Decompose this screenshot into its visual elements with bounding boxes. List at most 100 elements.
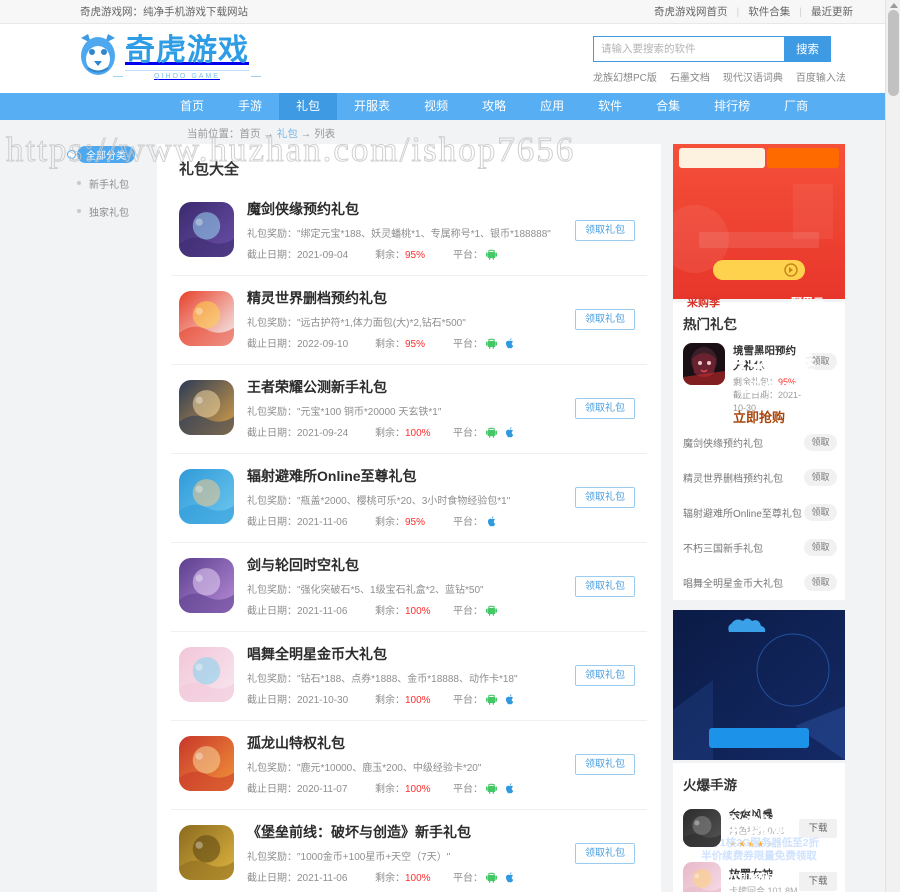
gift-deadline-label: 截止日期： [247,517,297,528]
category-item-newbie[interactable]: 新手礼包 [77,176,159,191]
android-icon [486,871,497,883]
gift-name[interactable]: 王者荣耀公测新手礼包 [247,378,575,396]
hot-gift-receive-button[interactable]: 领取 [804,469,837,486]
nav-item-5[interactable]: 攻略 [465,93,523,120]
gift-icon [179,825,234,880]
hot-gift-item-name[interactable]: 魔剑侠缘预约礼包 [683,435,804,450]
gift-row[interactable]: 辐射避难所Online至尊礼包 礼包奖励："瓶盖*2000、樱桃可乐*20、3小时… [171,454,647,543]
top-link-home[interactable]: 奇虎游戏网首页 [645,4,737,19]
hot-keyword-1[interactable]: 石墨文档 [670,69,710,84]
category-all[interactable]: 全部分类 [67,146,135,163]
gift-remaining-label: 剩余： [375,606,405,617]
hot-gift-item[interactable]: 辐射避难所Online至尊礼包 领取 [673,495,845,530]
gift-deadline-label: 截止日期： [247,784,297,795]
hot-gift-receive-button[interactable]: 领取 [804,539,837,556]
claim-gift-button[interactable]: 领取礼包 [575,486,635,508]
gift-name[interactable]: 魔剑侠缘预约礼包 [247,200,575,218]
gift-name[interactable]: 《堡垒前线：破坏与创造》新手礼包 [247,823,575,841]
scrollbar-thumb[interactable] [888,10,899,96]
scroll-up-arrow-icon[interactable] [890,3,898,8]
claim-gift-button[interactable]: 领取礼包 [575,753,635,775]
search-button[interactable]: 搜索 [784,36,831,62]
gift-icon [179,380,234,435]
gift-row[interactable]: 唱舞全明星金币大礼包 礼包奖励："钻石*188、点券*1888、金币*18888、… [171,632,647,721]
claim-gift-button[interactable]: 领取礼包 [575,219,635,241]
hot-gift-item[interactable]: 唱舞全明星金币大礼包 领取 [673,565,845,600]
hot-gift-item-name[interactable]: 不朽三国新手礼包 [683,540,804,555]
gift-remaining-label: 剩余： [375,517,405,528]
nav-item-0[interactable]: 首页 [163,93,221,120]
breadcrumb-home[interactable]: 首页 [240,128,261,140]
claim-gift-button[interactable]: 领取礼包 [575,308,635,330]
gift-row[interactable]: 魔剑侠缘预约礼包 礼包奖励："绑定元宝*188、妖灵蟠桃*1、专属称号*1、银币*… [171,187,647,276]
claim-gift-button[interactable]: 领取礼包 [575,397,635,419]
gift-remaining-value: 100% [405,428,431,439]
top-bar-links: 奇虎游戏网首页 | 软件合集 | 最近更新 [645,4,862,19]
hot-gift-receive-button[interactable]: 领取 [804,574,837,591]
gift-remaining-label: 剩余： [375,339,405,350]
hot-gift-item[interactable]: 不朽三国新手礼包 领取 [673,530,845,565]
gift-remaining-value: 100% [405,695,431,706]
nav-item-10[interactable]: 厂商 [767,93,825,120]
gift-deadline-label: 截止日期： [247,339,297,350]
gift-name[interactable]: 孤龙山特权礼包 [247,734,575,752]
hot-gift-item[interactable]: 魔剑侠缘预约礼包 领取 [673,425,845,460]
gift-platform-icons [486,693,515,705]
hot-keyword-3[interactable]: 百度输入法 [796,69,846,84]
gift-platform-icons [486,337,515,349]
hot-game-icon [683,862,721,892]
category-item-exclusive[interactable]: 独家礼包 [77,204,159,219]
ad-banner-tencent-cloud[interactable]: 腾讯云 云服务器 全球购 海外1核2G服务器低至2折 半价续费券限量免费领取 立… [673,610,845,885]
android-icon [486,426,497,438]
gift-platform-label: 平台： [453,517,483,528]
ad-banner-aliyun[interactable]: 采购季 阿里云 2020 上云采购季 1亿补贴 上云仅¥223/3年 立即抢购 [661,144,845,425]
nav-item-2[interactable]: 礼包 [279,93,338,120]
breadcrumb-section[interactable]: 礼包 [277,128,298,140]
nav-item-7[interactable]: 软件 [581,93,639,120]
hot-gift-item[interactable]: 精灵世界删档预约礼包 领取 [673,460,845,495]
hot-gift-item-name[interactable]: 辐射避难所Online至尊礼包 [683,505,804,520]
gift-row[interactable]: 精灵世界删档预约礼包 礼包奖励："远古护符*1,体力面包(大)*2,钻石*500"… [171,276,647,365]
gift-remaining-value: 100% [405,784,431,795]
gift-remaining-label: 剩余： [375,873,405,884]
hot-gift-item-name[interactable]: 精灵世界删档预约礼包 [683,470,804,485]
top-link-software-collection[interactable]: 软件合集 [739,4,799,19]
claim-gift-button[interactable]: 领取礼包 [575,664,635,686]
nav-item-8[interactable]: 合集 [639,93,697,120]
gift-name[interactable]: 精灵世界删档预约礼包 [247,289,575,307]
main-content: 礼包大全 魔剑侠缘预约礼包 礼包奖励："绑定元宝*188、妖灵蟠桃*1、专属称号*… [157,144,661,892]
gift-platform-icons [486,782,515,794]
gift-name[interactable]: 辐射避难所Online至尊礼包 [247,467,575,485]
search-input[interactable] [593,36,784,62]
gift-row[interactable]: 《堡垒前线：破坏与创造》新手礼包 礼包奖励："1000金币+100星币+天空（7天… [171,810,647,892]
claim-gift-button[interactable]: 领取礼包 [575,842,635,864]
hot-gift-receive-button[interactable]: 领取 [804,434,837,451]
hot-keyword-0[interactable]: 龙族幻想PC版 [593,69,657,84]
gift-reward-label: 礼包奖励： [247,585,297,596]
gift-reward-value: "元宝*100 铜币*20000 天玄铁*1" [297,407,442,418]
gift-name[interactable]: 唱舞全明星金币大礼包 [247,645,575,663]
gift-platform-icons [486,248,497,260]
hot-keyword-2[interactable]: 现代汉语词典 [723,69,783,84]
nav-item-4[interactable]: 视频 [407,93,465,120]
nav-item-3[interactable]: 开服表 [337,93,407,120]
gift-row[interactable]: 剑与轮回时空礼包 礼包奖励："强化突破石*5、1级宝石礼盒*2、蓝钻*50" 截止日… [171,543,647,632]
gift-deadline-value: 2020-11-07 [297,784,348,795]
gift-name[interactable]: 剑与轮回时空礼包 [247,556,575,574]
claim-gift-button[interactable]: 领取礼包 [575,575,635,597]
gift-row[interactable]: 孤龙山特权礼包 礼包奖励："鹿元*10000、鹿玉*200、中级经验卡*20" 截止… [171,721,647,810]
nav-item-1[interactable]: 手游 [221,93,279,120]
content-wrapper: 当前位置：首页 → 礼包 → 列表 全部分类 新手礼包 独家礼包 礼包大全 魔剑… [55,120,845,892]
gift-reward-value: "强化突破石*5、1级宝石礼盒*2、蓝钻*50" [297,585,484,596]
nav-item-6[interactable]: 应用 [523,93,581,120]
hot-gift-item-name[interactable]: 唱舞全明星金币大礼包 [683,575,804,590]
hot-gift-receive-button[interactable]: 领取 [804,504,837,521]
top-link-recent-updates[interactable]: 最近更新 [802,4,862,19]
site-logo[interactable]: 奇虎游戏 QIHOO GAME [75,32,261,80]
gift-list: 魔剑侠缘预约礼包 礼包奖励："绑定元宝*188、妖灵蟠桃*1、专属称号*1、银币*… [171,187,647,892]
page-scrollbar[interactable] [885,0,900,892]
tiger-head-icon [75,32,121,80]
gift-row[interactable]: 王者荣耀公测新手礼包 礼包奖励："元宝*100 铜币*20000 天玄铁*1" 截止… [171,365,647,454]
nav-item-9[interactable]: 排行榜 [697,93,767,120]
gift-remaining-label: 剩余： [375,428,405,439]
